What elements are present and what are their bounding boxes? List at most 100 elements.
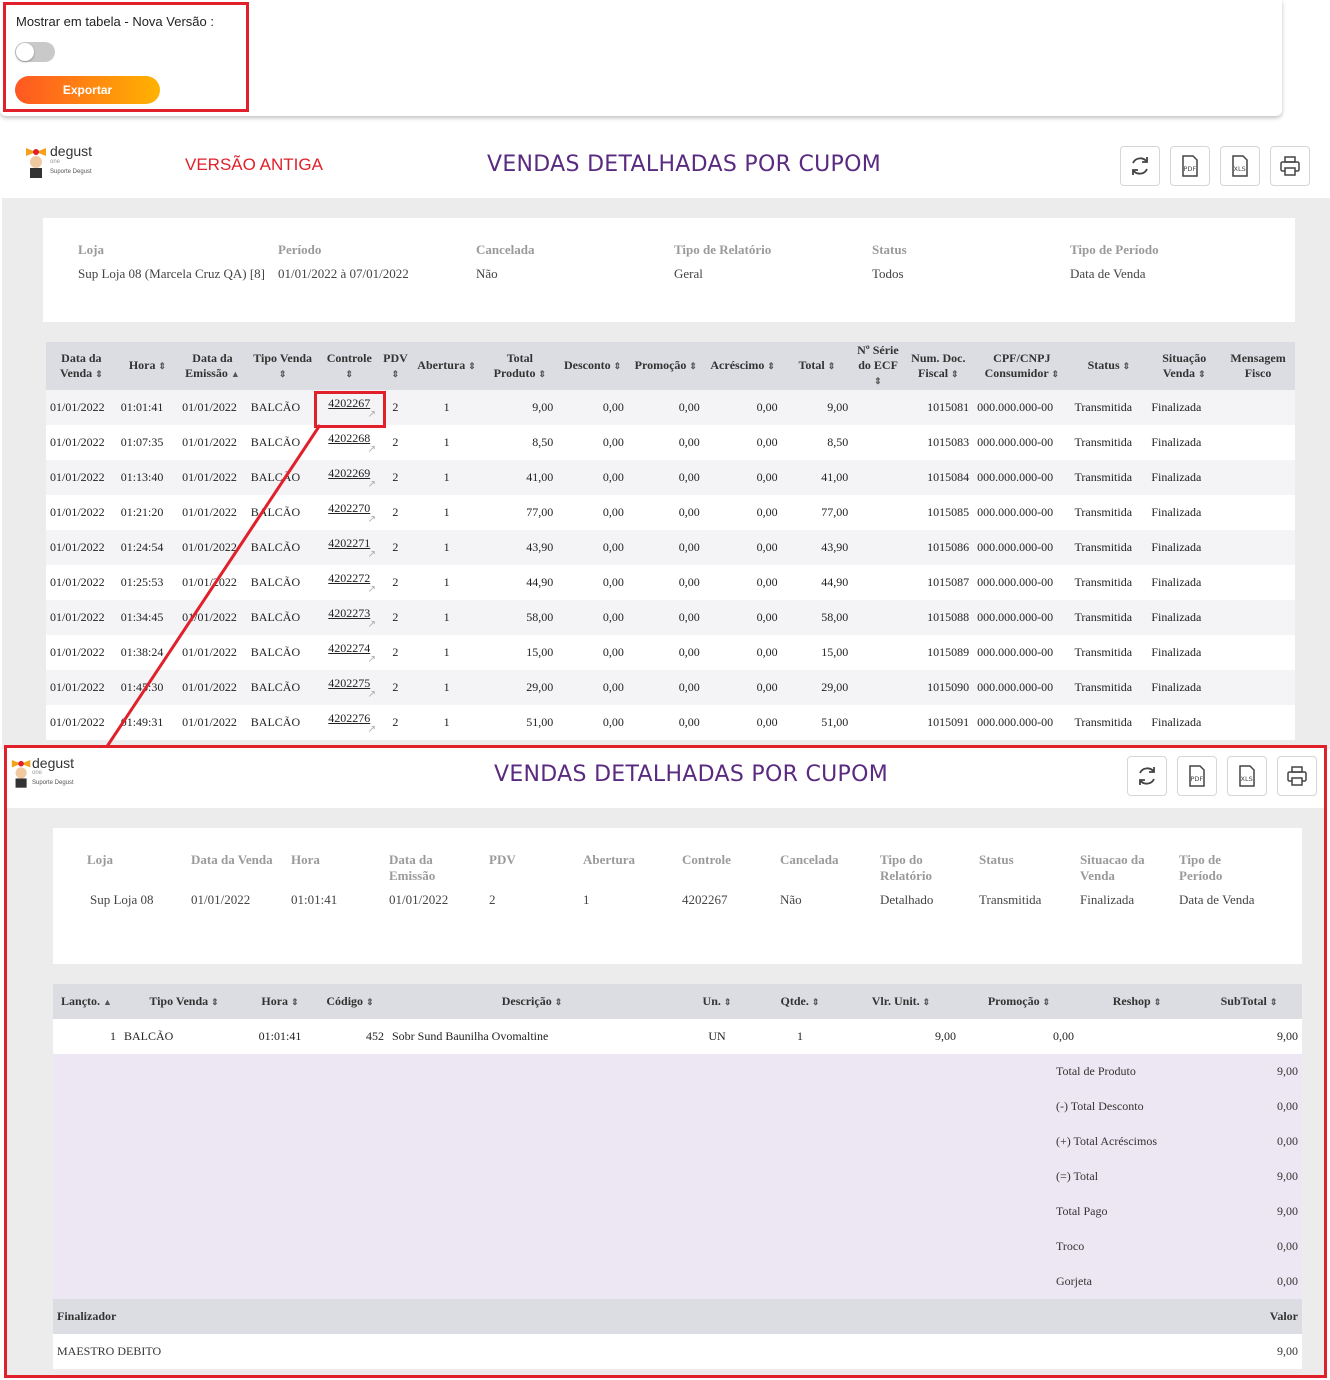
new-pdf-button[interactable]: PDF (1177, 756, 1217, 796)
export-button[interactable]: Exportar (15, 76, 160, 104)
column-header[interactable]: Total Produto ⇕ (482, 342, 558, 390)
controle-link[interactable]: 4202269 (323, 466, 376, 480)
table-cell: 1 (53, 1019, 120, 1054)
external-link-icon[interactable]: ↗ (323, 654, 376, 665)
column-header[interactable]: Un. ⇕ (676, 984, 758, 1019)
sort-icon: ⇕ (1122, 361, 1131, 371)
new-print-button[interactable] (1277, 756, 1317, 796)
old-refresh-button[interactable] (1120, 146, 1160, 186)
controle-link[interactable]: 4202267 (323, 396, 376, 410)
column-header[interactable]: Abertura ⇕ (410, 342, 483, 390)
external-link-icon[interactable]: ↗ (323, 479, 376, 490)
old-print-button[interactable] (1270, 146, 1310, 186)
controle-cell[interactable]: 4202272 ↗ (318, 565, 380, 600)
controle-link[interactable]: 4202272 (323, 571, 376, 585)
controle-cell[interactable]: 4202273 ↗ (318, 600, 380, 635)
table-row: 01/01/2022 01:21:20 01/01/2022 BALCÃO 420227… (46, 495, 1295, 530)
table-cell: Transmitida (1070, 530, 1148, 565)
table-cell: 01/01/2022 (178, 495, 247, 530)
column-header[interactable]: Código ⇕ (312, 984, 388, 1019)
column-header[interactable]: Reshop ⇕ (1078, 984, 1196, 1019)
external-link-icon[interactable]: ↗ (323, 689, 376, 700)
table-cell: Transmitida (1070, 565, 1148, 600)
controle-link[interactable]: 4202276 (323, 711, 376, 725)
column-header[interactable]: Data da Emissão ▲ (178, 342, 247, 390)
controle-cell[interactable]: 4202274 ↗ (318, 635, 380, 670)
controle-cell[interactable]: 4202271 ↗ (318, 530, 380, 565)
column-header[interactable]: Descrição ⇕ (388, 984, 676, 1019)
detail-label: Controle (682, 852, 731, 867)
table-cell: 01:07:35 (116, 425, 179, 460)
column-header[interactable]: PDV ⇕ (379, 342, 411, 390)
detail-label: Data da Emissão (389, 852, 436, 883)
old-pdf-button[interactable]: PDF (1170, 146, 1210, 186)
old-filter-value: 01/01/2022 à 07/01/2022 (278, 266, 409, 281)
column-header[interactable]: Hora ⇕ (248, 984, 312, 1019)
column-header[interactable]: Situação Venda ⇕ (1147, 342, 1222, 390)
table-cell: Transmitida (1070, 705, 1148, 740)
sort-icon: ⇕ (538, 368, 546, 379)
table-cell: 0,00 (703, 460, 782, 495)
external-link-icon[interactable]: ↗ (323, 409, 376, 420)
column-header[interactable]: Lançto. ▲ (53, 984, 120, 1019)
new-refresh-button[interactable] (1127, 756, 1167, 796)
table-cell: 1 (758, 1019, 842, 1054)
controle-link[interactable]: 4202270 (323, 501, 376, 515)
external-link-icon[interactable]: ↗ (323, 724, 376, 735)
totals-area (53, 1054, 1302, 1299)
column-header[interactable]: Vlr. Unit. ⇕ (842, 984, 960, 1019)
controle-cell[interactable]: 4202270 ↗ (318, 495, 380, 530)
column-header[interactable]: Promoção ⇕ (960, 984, 1078, 1019)
column-header[interactable]: Promoção ⇕ (627, 342, 704, 390)
controle-cell[interactable]: 4202268 ↗ (318, 425, 380, 460)
table-cell (852, 425, 904, 460)
controle-link[interactable]: 4202268 (323, 431, 376, 445)
column-header[interactable]: Tipo Venda ⇕ (246, 342, 319, 390)
column-header[interactable]: Tipo Venda ⇕ (120, 984, 248, 1019)
table-cell: 15,00 (482, 635, 558, 670)
column-header[interactable]: Desconto ⇕ (557, 342, 628, 390)
external-link-icon[interactable]: ↗ (323, 549, 376, 560)
table-cell: 01:49:31 (116, 705, 179, 740)
new-xls-button[interactable]: XLS (1227, 756, 1267, 796)
external-link-icon[interactable]: ↗ (323, 584, 376, 595)
sort-icon: ⇕ (366, 996, 374, 1007)
mascot-icon (11, 760, 31, 788)
column-header[interactable]: Total ⇕ (781, 342, 853, 390)
table-cell: 77,00 (781, 495, 853, 530)
controle-cell[interactable]: 4202269 ↗ (318, 460, 380, 495)
column-header[interactable]: CPF/CNPJ Consumidor ⇕ (973, 342, 1071, 390)
column-header[interactable]: Data da Venda ⇕ (46, 342, 117, 390)
column-header[interactable]: SubTotal ⇕ (1196, 984, 1302, 1019)
column-header-label: Promoção (634, 358, 687, 372)
new-version-toggle[interactable] (15, 42, 55, 62)
table-cell: 01:21:20 (116, 495, 179, 530)
old-sales-table: Data da Venda ⇕ Hora ⇕ Data da Emissão ▲ Ti… (46, 342, 1295, 740)
external-link-icon[interactable]: ↗ (323, 514, 376, 525)
column-header[interactable]: Num. Doc. Fiscal ⇕ (903, 342, 974, 390)
sort-icon: ⇕ (211, 996, 219, 1007)
old-xls-button[interactable]: XLS (1220, 146, 1260, 186)
controle-cell[interactable]: 4202276 ↗ (318, 705, 380, 740)
column-header[interactable]: Controle ⇕ (318, 342, 380, 390)
controle-cell[interactable]: 4202275 ↗ (318, 670, 380, 705)
controle-link[interactable]: 4202274 (323, 641, 376, 655)
controle-link[interactable]: 4202273 (323, 606, 376, 620)
column-header[interactable]: Acréscimo ⇕ (703, 342, 782, 390)
table-cell: BALCÃO (246, 425, 319, 460)
column-header[interactable]: Nº Série do ECF ⇕ (852, 342, 904, 390)
column-header[interactable]: Status ⇕ (1070, 342, 1148, 390)
column-header[interactable]: Hora ⇕ (116, 342, 179, 390)
table-cell: 1 (410, 670, 483, 705)
old-filter-label: Loja (78, 242, 104, 257)
table-row: 01/01/2022 01:24:54 01/01/2022 BALCÃO 420227… (46, 530, 1295, 565)
column-header[interactable]: Mensagem Fisco (1221, 342, 1295, 390)
column-header[interactable]: Qtde. ⇕ (758, 984, 842, 1019)
external-link-icon[interactable]: ↗ (323, 444, 376, 455)
controle-link[interactable]: 4202271 (323, 536, 376, 550)
sort-icon: ⇕ (391, 368, 400, 379)
controle-cell[interactable]: 4202267 ↗ (318, 390, 380, 425)
column-header-label: Total Produto (493, 350, 536, 380)
controle-link[interactable]: 4202275 (323, 676, 376, 690)
external-link-icon[interactable]: ↗ (323, 619, 376, 630)
